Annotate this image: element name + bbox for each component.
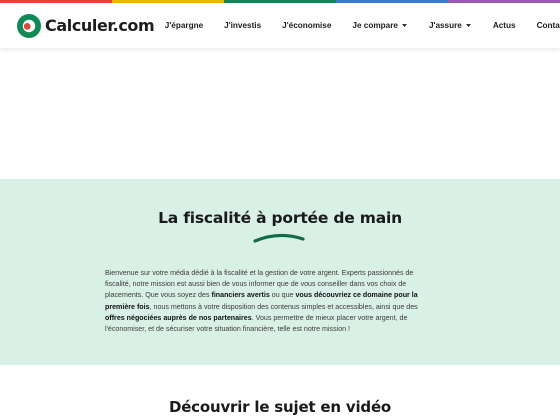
nav-item-label: Je compare	[352, 21, 398, 30]
video-section-title: Découvrir le sujet en vidéo	[168, 398, 392, 416]
hero-placeholder	[0, 48, 560, 179]
nav-item-j-assure[interactable]: J'assure	[418, 21, 482, 30]
main-nav: J'épargne J'investis J'économise Je comp…	[154, 21, 560, 30]
chevron-down-icon	[465, 24, 471, 27]
nav-item-label: Actus	[492, 21, 516, 30]
intro-paragraph: Bienvenue sur votre média dédié à la fis…	[105, 268, 437, 335]
logo-text: Calculer.com	[45, 16, 155, 35]
site-header: Calculer.com J'épargne J'investis J'écon…	[0, 3, 560, 48]
nav-item-epargne[interactable]: J'épargne	[154, 21, 213, 30]
nav-item-label: J'investis	[224, 21, 262, 30]
logo-icon	[17, 13, 41, 38]
nav-item-economise[interactable]: J'économise	[272, 21, 342, 30]
decorative-swoosh-icon	[253, 233, 305, 243]
intro-section: La fiscalité à portée de main Bienvenue …	[0, 179, 560, 365]
nav-item-investis[interactable]: J'investis	[214, 21, 272, 30]
nav-item-label: J'épargne	[164, 21, 204, 30]
nav-item-contact[interactable]: Contact	[526, 21, 560, 30]
intro-title: La fiscalité à portée de main	[158, 209, 402, 227]
nav-item-label: J'assure	[428, 21, 462, 30]
intro-text: , nous mettons à votre disposition des c…	[149, 302, 418, 311]
nav-item-je-compare[interactable]: Je compare	[342, 21, 419, 30]
intro-text: ou que	[269, 291, 296, 300]
nav-item-actus[interactable]: Actus	[482, 21, 526, 30]
nav-item-label: J'économise	[282, 21, 332, 30]
chevron-down-icon	[401, 24, 407, 27]
intro-highlight: offres négociées auprès de nos partenair…	[105, 313, 252, 322]
site-logo-link[interactable]: Calculer.com	[17, 13, 155, 38]
nav-item-label: Contact	[536, 21, 560, 30]
intro-highlight: financiers avertis	[211, 291, 270, 300]
